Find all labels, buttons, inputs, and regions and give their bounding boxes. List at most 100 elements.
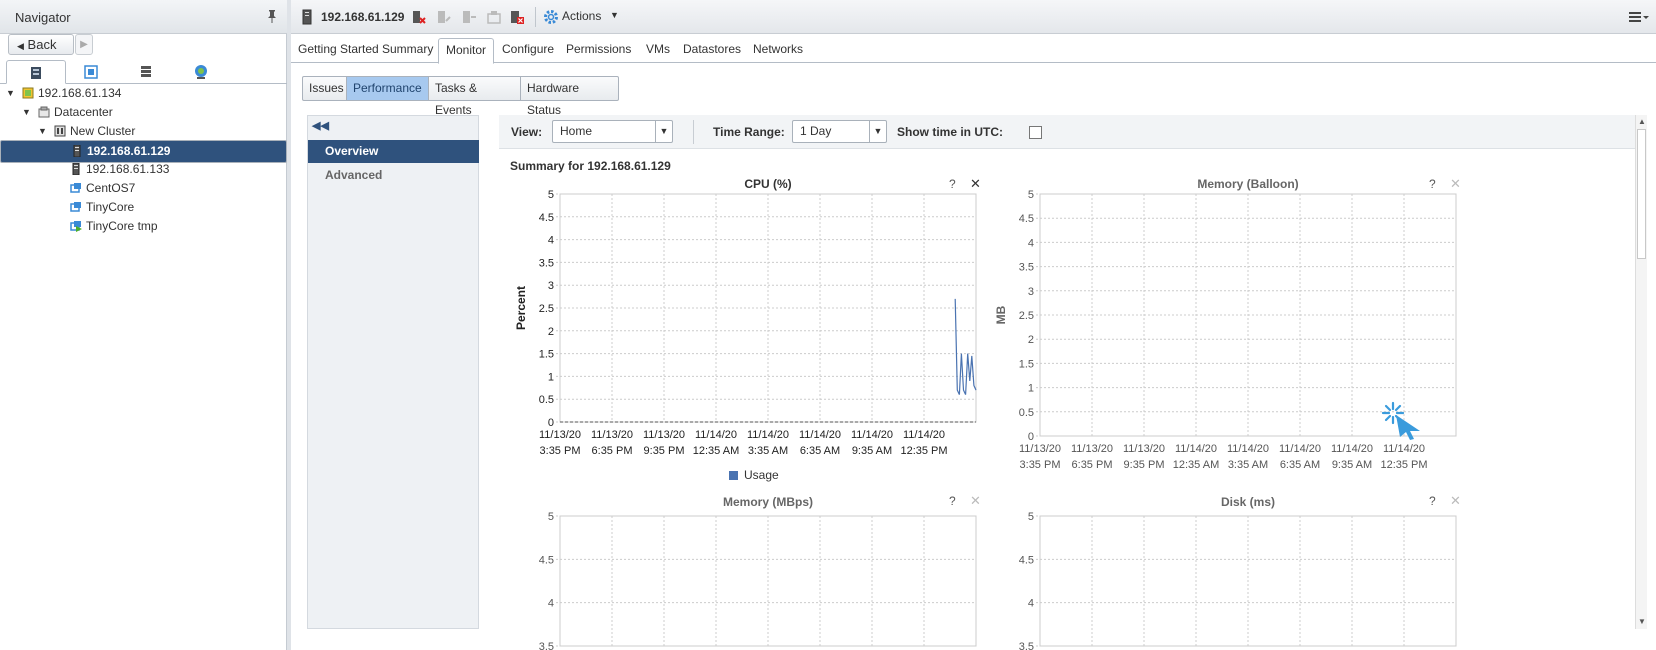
global-menu-icon[interactable] (1629, 11, 1649, 23)
collapse-icon[interactable]: ◀◀ (312, 119, 329, 132)
chevron-left-icon: ◀ (17, 41, 24, 51)
tree-item-label: 192.168.61.134 (38, 86, 122, 100)
networking-icon (195, 64, 207, 79)
vm-icon (70, 183, 81, 193)
x-tick-line: 11/14/20 (903, 429, 945, 441)
hosts-clusters-icon (31, 66, 41, 79)
x-tick-label: 11/14/20 3:35 AM (1227, 443, 1269, 471)
expand-toggle-icon[interactable]: ▼ (38, 121, 48, 141)
advanced-item[interactable]: Advanced (325, 168, 382, 182)
tree-item[interactable]: CentOS7 (0, 178, 287, 198)
pin-icon[interactable] (266, 9, 280, 23)
x-tick-label: 11/14/20 12:35 PM (1380, 443, 1427, 471)
y-tick-label: 5 (1028, 511, 1034, 523)
x-tick-line: 6:35 AM (800, 445, 840, 457)
exit-maintenance-icon[interactable] (411, 9, 427, 25)
x-tick-line: 11/14/20 (695, 429, 737, 441)
vms-templates-tab[interactable] (61, 60, 121, 84)
time-range-select[interactable]: 1 Day ▼ (792, 120, 887, 143)
new-vm-icon[interactable] (436, 9, 452, 25)
tree-item-label: Datacenter (54, 105, 113, 119)
tab-summary[interactable]: Summary (375, 40, 440, 63)
x-tick-label: 11/13/20 9:35 PM (1123, 443, 1165, 471)
x-tick-line: 11/14/20 (851, 429, 893, 441)
clone-icon[interactable] (486, 9, 502, 25)
y-tick-label: 5 (548, 511, 554, 523)
tab-configure[interactable]: Configure (495, 40, 561, 63)
host-icon (302, 9, 312, 25)
overview-item[interactable]: Overview (308, 140, 479, 163)
x-tick-label: 11/14/20 12:35 PM (900, 429, 947, 457)
scroll-up-icon[interactable]: ▲ (1637, 117, 1647, 127)
chart-2: Memory (MBps)? ✕ 3.5 4 4.5 5 (509, 489, 989, 650)
scrollbar-thumb[interactable] (1637, 129, 1646, 259)
chart-1: Memory (Balloon)? ✕ 0 0.5 1 1.5 2 2.5 3 3.5 4 4.5 5 M… (989, 172, 1469, 492)
y-tick-label: 2 (1028, 334, 1034, 346)
chevron-right-icon: ▶ (80, 39, 88, 50)
view-label: View: (511, 125, 543, 139)
vm-icon (70, 202, 81, 212)
object-title: 192.168.61.129 (321, 10, 405, 24)
tree-item[interactable]: 192.168.61.133 (0, 159, 287, 179)
tab-permissions[interactable]: Permissions (559, 40, 638, 63)
back-button[interactable]: ◀ Back (8, 34, 74, 55)
networking-tab[interactable] (171, 60, 231, 84)
y-axis-label: MB (994, 305, 1008, 324)
summary-title: Summary for 192.168.61.129 (510, 159, 671, 173)
tab-getting-started[interactable]: Getting Started (291, 40, 386, 63)
y-tick-label: 0.5 (539, 394, 554, 406)
y-tick-label: 5 (1028, 189, 1034, 201)
y-tick-label: 4.5 (539, 554, 554, 566)
x-tick-line: 3:35 PM (1020, 459, 1061, 471)
forward-button[interactable]: ▶ (75, 34, 93, 55)
y-tick-label: 3.5 (539, 257, 554, 269)
tab-datastores[interactable]: Datastores (676, 40, 748, 63)
x-tick-line: 11/14/20 (799, 429, 841, 441)
tree-item[interactable]: ▼ 192.168.61.134 (0, 83, 287, 103)
performance-nav: ◀◀ Overview Advanced (307, 115, 479, 629)
expand-toggle-icon[interactable]: ▼ (6, 83, 16, 103)
subtab-issues[interactable]: Issues (303, 77, 347, 100)
subtab-performance[interactable]: Performance (347, 77, 429, 100)
expand-toggle-icon[interactable]: ▼ (22, 102, 32, 122)
loading-cursor-icon (1381, 401, 1420, 440)
x-tick-line: 12:35 PM (1380, 459, 1427, 471)
x-tick-label: 11/13/20 6:35 PM (1071, 443, 1113, 471)
cluster-icon (54, 125, 66, 137)
vms-templates-icon (84, 65, 98, 79)
subtab-tasks-events[interactable]: Tasks & Events (429, 77, 521, 117)
chart-toolbar: View: Home ▼ Time Range: 1 Day ▼ Show ti… (499, 115, 1647, 149)
y-tick-label: 2 (548, 326, 554, 338)
migrate-icon[interactable] (461, 9, 477, 25)
x-tick-line: 11/14/20 (1227, 443, 1269, 455)
caret-down-icon: ▼ (610, 10, 619, 20)
vertical-scrollbar[interactable]: ▲ ▼ (1635, 115, 1647, 629)
storage-tab[interactable] (116, 60, 176, 84)
x-tick-line: 11/13/20 (643, 429, 685, 441)
view-select[interactable]: Home ▼ (552, 120, 673, 143)
y-tick-label: 3.5 (539, 641, 554, 650)
tab-monitor[interactable]: Monitor (438, 38, 495, 64)
remove-host-icon[interactable] (509, 9, 525, 25)
y-tick-label: 2.5 (539, 303, 554, 315)
subtab-hardware-status[interactable]: Hardware Status (521, 77, 618, 117)
x-tick-line: 6:35 PM (592, 445, 633, 457)
x-tick-label: 11/13/20 3:35 PM (1019, 443, 1061, 471)
tree-item[interactable]: ▼ Datacenter (0, 102, 287, 122)
utc-checkbox[interactable] (1029, 126, 1042, 139)
hosts-clusters-tab[interactable] (6, 60, 66, 84)
tree-item[interactable]: ▼ New Cluster (0, 121, 287, 141)
tree-item-label: New Cluster (70, 124, 136, 138)
tab-vms[interactable]: VMs (639, 40, 677, 63)
y-tick-label: 3.5 (1019, 262, 1034, 274)
time-range-label: Time Range: (713, 125, 785, 139)
scroll-down-icon[interactable]: ▼ (1637, 617, 1647, 627)
tree-item[interactable]: TinyCore (0, 197, 287, 217)
y-tick-label: 4 (1028, 598, 1034, 610)
main-tabs: Getting Started Summary Monitor Configure Pe… (291, 35, 1656, 64)
x-tick-line: 9:35 PM (644, 445, 685, 457)
x-tick-label: 11/14/20 12:35 AM (693, 429, 739, 457)
x-tick-line: 11/13/20 (1019, 443, 1061, 455)
tree-item[interactable]: TinyCore tmp (0, 216, 287, 236)
tab-networks[interactable]: Networks (746, 40, 810, 63)
